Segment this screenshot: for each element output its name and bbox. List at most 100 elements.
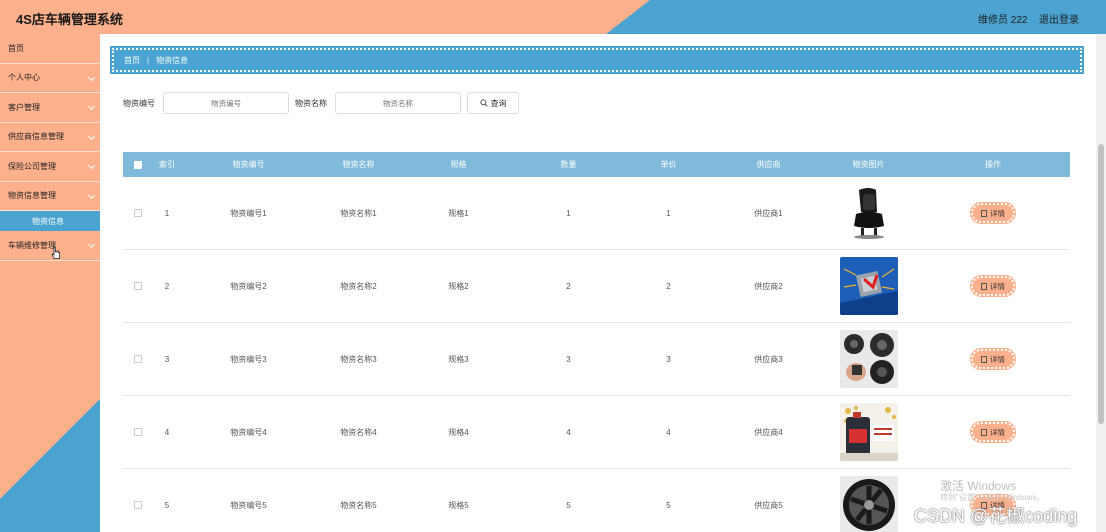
table-row: 1 物资编号1 物资名称1 规格1 1 1 供应商1 详情 (123, 177, 1070, 250)
sidebar-item-repair[interactable]: 车辆维修管理 (0, 231, 100, 261)
cell-name: 物资名称5 (340, 500, 377, 510)
header-diagonal-accent (606, 0, 1106, 34)
detail-button[interactable]: 详情 (970, 421, 1016, 443)
document-icon (981, 428, 987, 436)
cell-supplier: 供应商2 (754, 281, 783, 291)
cell-qty: 2 (566, 281, 571, 291)
name-input[interactable] (335, 92, 461, 114)
header-actions: 操作 (985, 160, 1001, 169)
chevron-down-icon (87, 161, 96, 170)
detail-button[interactable]: 详情 (970, 202, 1016, 224)
hand-cursor-icon (51, 246, 61, 263)
sidebar-item-label: 供应商信息管理 (8, 132, 64, 142)
cell-spec: 规格1 (448, 208, 469, 218)
sidebar-item-materials[interactable]: 物资信息管理 (0, 182, 100, 211)
cell-supplier: 供应商3 (754, 354, 783, 364)
cell-index: 5 (164, 500, 170, 510)
row-checkbox[interactable] (134, 501, 142, 509)
sidebar-item-customers[interactable]: 客户管理 (0, 93, 100, 123)
submenu-item-label: 物资信息 (32, 216, 64, 226)
table-row: 2 物资编号2 物资名称2 规格2 2 2 供应商2 详情 (123, 250, 1070, 323)
header-name: 物资名称 (342, 160, 375, 169)
query-button[interactable]: 查询 (467, 92, 519, 114)
cell-supplier: 供应商1 (754, 208, 783, 218)
detail-label: 详情 (990, 427, 1005, 437)
sidebar-item-insurance[interactable]: 保险公司管理 (0, 152, 100, 182)
query-label: 查询 (490, 98, 507, 108)
circuit-chip-image (839, 257, 898, 315)
detail-button[interactable]: 详情 (970, 275, 1016, 297)
select-all-checkbox[interactable] (134, 160, 142, 169)
table-row: 4 物资编号4 物资名称4 规格4 4 4 供应商4 详情 (123, 396, 1070, 469)
cell-price: 1 (666, 208, 671, 218)
chevron-down-icon (87, 102, 96, 111)
header-spec: 规格 (450, 160, 467, 169)
document-icon (981, 209, 987, 217)
cell-price: 3 (666, 354, 671, 364)
cell-qty: 5 (566, 500, 571, 510)
top-header: 4S店车辆管理系统 维修员 222 退出登录 (0, 0, 1106, 34)
chevron-down-icon (87, 191, 96, 199)
search-icon (479, 99, 488, 107)
cell-code: 物资编号1 (230, 208, 267, 218)
cell-code: 物资编号5 (230, 500, 267, 510)
sidebar-item-label: 客户管理 (8, 102, 40, 112)
chevron-down-icon (87, 132, 96, 140)
row-checkbox[interactable] (134, 355, 142, 363)
name-label: 物资名称 (295, 98, 327, 108)
breadcrumb: 首页 | 物资信息 (110, 46, 1084, 74)
breadcrumb-separator: | (147, 55, 150, 65)
cell-index: 2 (164, 281, 170, 291)
cell-spec: 规格5 (448, 500, 469, 510)
detail-label: 详情 (990, 281, 1005, 291)
document-icon (981, 355, 987, 363)
vertical-scrollbar[interactable] (1096, 34, 1106, 532)
cell-price: 5 (666, 500, 671, 510)
cell-qty: 3 (566, 354, 571, 364)
sidebar-item-profile[interactable]: 个人中心 (0, 64, 100, 93)
cell-qty: 1 (566, 208, 571, 218)
cell-code: 物资编号4 (230, 427, 267, 437)
cell-index: 4 (164, 427, 170, 437)
detail-label: 详情 (990, 354, 1005, 364)
csdn-watermark: CSDN @花椒coding (914, 506, 1078, 526)
user-label: 维修员 222 (978, 15, 1028, 26)
cell-name: 物资名称2 (340, 281, 377, 291)
cell-spec: 规格2 (448, 281, 469, 291)
code-input[interactable] (163, 92, 289, 114)
sidebar-item-label: 物资信息管理 (8, 191, 56, 201)
main-content: 首页 | 物资信息 物资编号 物资名称 查询 索引 物资编号 物资名称 规格 数… (100, 34, 1094, 532)
cell-name: 物资名称3 (340, 354, 377, 364)
speakers-image (839, 330, 898, 388)
row-checkbox[interactable] (134, 282, 142, 290)
logout-link[interactable]: 退出登录 (1039, 11, 1079, 26)
sidebar-item-suppliers[interactable]: 供应商信息管理 (0, 123, 100, 152)
header-qty: 数量 (560, 160, 577, 169)
car-seat-image (839, 184, 898, 242)
header-index: 索引 (159, 160, 175, 169)
sidebar-item-label: 首页 (8, 43, 24, 53)
oil-bottle-image (839, 403, 898, 461)
cell-code: 物资编号2 (230, 281, 267, 291)
sidebar-item-label: 保险公司管理 (8, 161, 56, 171)
breadcrumb-home[interactable]: 首页 (124, 55, 140, 66)
scrollbar-thumb[interactable] (1098, 144, 1104, 424)
chevron-down-icon (87, 73, 96, 81)
breadcrumb-current: 物资信息 (156, 55, 189, 65)
row-checkbox[interactable] (134, 209, 142, 217)
cell-price: 4 (666, 427, 671, 437)
cell-code: 物资编号3 (230, 354, 267, 364)
cell-spec: 规格3 (448, 354, 469, 364)
code-label: 物资编号 (123, 98, 155, 108)
header-image: 物资图片 (852, 160, 885, 169)
detail-label: 详情 (990, 208, 1005, 218)
cell-supplier: 供应商4 (754, 427, 783, 437)
sidebar-item-home[interactable]: 首页 (0, 34, 100, 64)
sidebar: 首页 个人中心 客户管理 供应商信息管理 保险公司管理 物资信息管理 物资信息 … (0, 34, 100, 532)
cell-supplier: 供应商5 (754, 500, 783, 510)
cell-name: 物资名称4 (340, 427, 377, 437)
submenu-item-material-info[interactable]: 物资信息 (0, 211, 100, 231)
table-header: 索引 物资编号 物资名称 规格 数量 单价 供应商 物资图片 操作 (123, 152, 1070, 177)
row-checkbox[interactable] (134, 428, 142, 436)
detail-button[interactable]: 详情 (970, 348, 1016, 370)
